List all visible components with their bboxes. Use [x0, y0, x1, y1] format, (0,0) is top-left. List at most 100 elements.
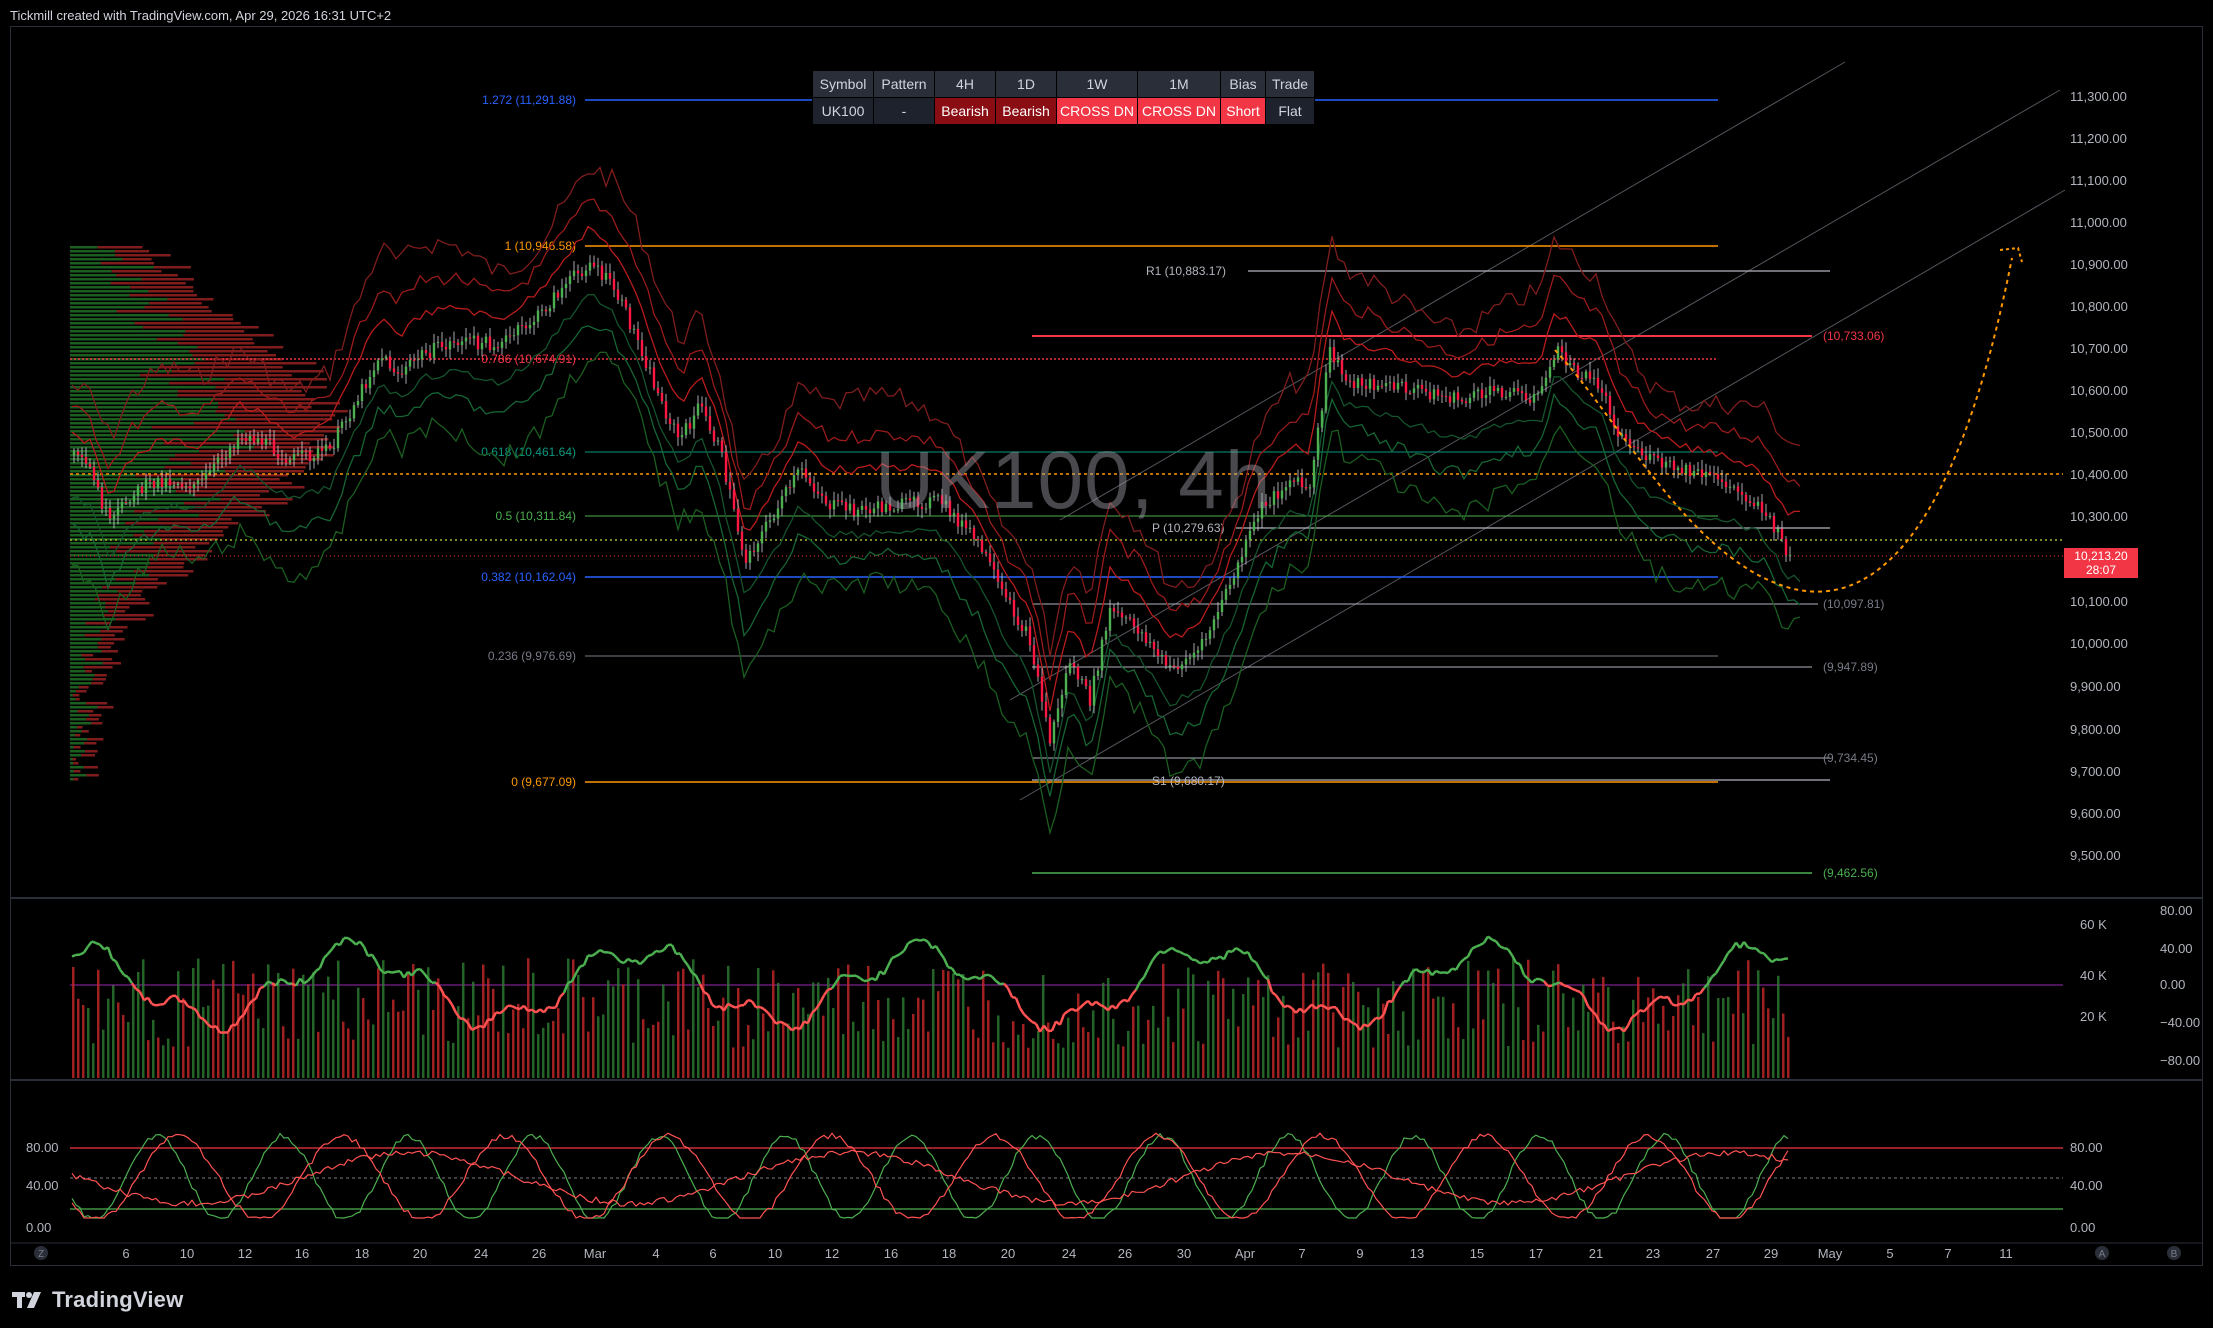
volume-bar — [132, 985, 135, 1078]
candle-body — [644, 355, 648, 369]
candle-body — [1072, 663, 1076, 667]
candle-body — [584, 270, 588, 277]
profile-bar-buy — [70, 626, 109, 629]
candle-body — [772, 518, 776, 521]
profile-bar-sell — [140, 374, 292, 377]
oscillator-segment — [1235, 946, 1241, 952]
profile-bar-buy — [70, 646, 98, 649]
profile-bar-sell — [84, 750, 98, 753]
oscillator-segment — [1063, 1010, 1069, 1016]
candle-body — [1548, 366, 1552, 378]
oscillator-segment — [1611, 1027, 1617, 1031]
pivot-r1-label: R1 (10,883.17) — [1146, 264, 1226, 278]
candle-body — [1424, 388, 1428, 392]
candle-body — [1004, 588, 1008, 598]
candle-body — [180, 483, 184, 487]
candle-body — [604, 272, 608, 280]
oscillator-segment — [338, 937, 346, 946]
volume-bar — [1552, 970, 1555, 1078]
oscillator-segment — [1155, 950, 1161, 957]
profile-bar-buy — [70, 498, 221, 501]
oscillator-segment — [1671, 1002, 1677, 1007]
time-axis-label: 16 — [884, 1246, 898, 1261]
envelope-band — [71, 325, 1801, 797]
candle-body — [720, 440, 724, 453]
candle-body — [336, 427, 340, 449]
profile-bar-sell — [81, 730, 89, 733]
candle-body — [620, 299, 624, 301]
profile-bar-sell — [100, 630, 123, 633]
candle-body — [824, 495, 828, 504]
oscillator-segment — [818, 994, 826, 1004]
volume-bar — [707, 1008, 710, 1078]
profile-bar-sell — [86, 718, 99, 721]
oscillator-segment — [1119, 998, 1125, 1004]
profile-bar-buy — [70, 410, 216, 413]
oscillator-segment — [503, 1004, 509, 1012]
chart-canvas[interactable]: 1.272 (11,291.88) 1 (10,946.58) 0.786 (1… — [0, 0, 2213, 1328]
volume-bar — [162, 1045, 165, 1078]
volume-bar — [952, 973, 955, 1078]
candle-body — [216, 457, 220, 464]
oscillator-segment — [1058, 1013, 1066, 1026]
volume-bar — [1507, 1046, 1510, 1078]
candle-body — [1580, 378, 1584, 380]
oscillator-segment — [419, 968, 425, 975]
candle-body — [1444, 396, 1448, 398]
candle-body — [1656, 455, 1660, 458]
oscillator-segment — [475, 1024, 481, 1029]
volume-bar — [122, 1014, 125, 1078]
volume-bar — [797, 987, 800, 1078]
profile-bar-buy — [70, 542, 154, 545]
profile-bar-buy — [70, 674, 95, 677]
profile-bar-sell — [115, 618, 146, 621]
status-value-bias: Short — [1220, 97, 1266, 125]
candle-body — [1272, 491, 1276, 505]
oscillator-segment — [987, 973, 993, 978]
volume-bar — [877, 1000, 880, 1078]
volume-bar — [747, 1025, 750, 1078]
profile-bar-sell — [224, 414, 336, 417]
candle-body — [632, 328, 636, 330]
volume-bar — [1147, 1019, 1150, 1078]
profile-bar-buy — [70, 482, 168, 485]
oscillator-segment — [1447, 967, 1453, 974]
oscillator-segment — [167, 995, 173, 1001]
oscillator-segment — [747, 998, 753, 1003]
tradingview-brand[interactable]: TradingView — [12, 1285, 183, 1315]
candle-body — [236, 437, 240, 449]
profile-bar-buy — [70, 718, 87, 721]
candle-body — [628, 307, 632, 330]
time-axis-label: Mar — [584, 1246, 607, 1261]
candle-body — [1452, 392, 1456, 403]
volume-bar — [1222, 978, 1225, 1078]
volume-bar — [732, 1047, 735, 1078]
volume-bar — [647, 1028, 650, 1078]
volume-bar — [872, 1029, 875, 1078]
volume-bar — [1777, 975, 1780, 1078]
stoch-axis-label-right: 0.00 — [2070, 1220, 2095, 1235]
candle-body — [380, 358, 384, 361]
time-axis[interactable]: 6 10 12 16 18 20 24 26 Mar 4 6 10 12 16 18 20 24 26 30 Apr 7… — [122, 1246, 2012, 1261]
price-axis[interactable]: 11,300.00 11,200.00 11,100.00 11,000.00 10,9… — [2070, 89, 2128, 863]
oscillator-segment — [1479, 941, 1485, 947]
oscillator-segment — [1006, 987, 1014, 998]
status-header-symbol: Symbol — [812, 70, 874, 98]
oscillator-segment — [106, 946, 114, 960]
oscillator-segment — [651, 950, 657, 956]
oscillator-segment — [307, 975, 313, 982]
profile-bar-sell — [91, 682, 104, 685]
candle-body — [576, 270, 580, 274]
volume-bar — [1737, 970, 1740, 1078]
profile-bar-buy — [70, 638, 102, 641]
volume-bar — [1022, 1023, 1025, 1078]
volume-bar — [617, 968, 620, 1078]
profile-bar-buy — [70, 246, 98, 249]
candle-body — [156, 478, 160, 488]
candle-body — [1768, 515, 1772, 517]
profile-bar-sell — [101, 650, 118, 653]
last-price-value: 10,213.20 — [2074, 549, 2128, 563]
volume-bar — [307, 985, 310, 1078]
candle-body — [176, 483, 180, 486]
candle-body — [1568, 362, 1572, 366]
